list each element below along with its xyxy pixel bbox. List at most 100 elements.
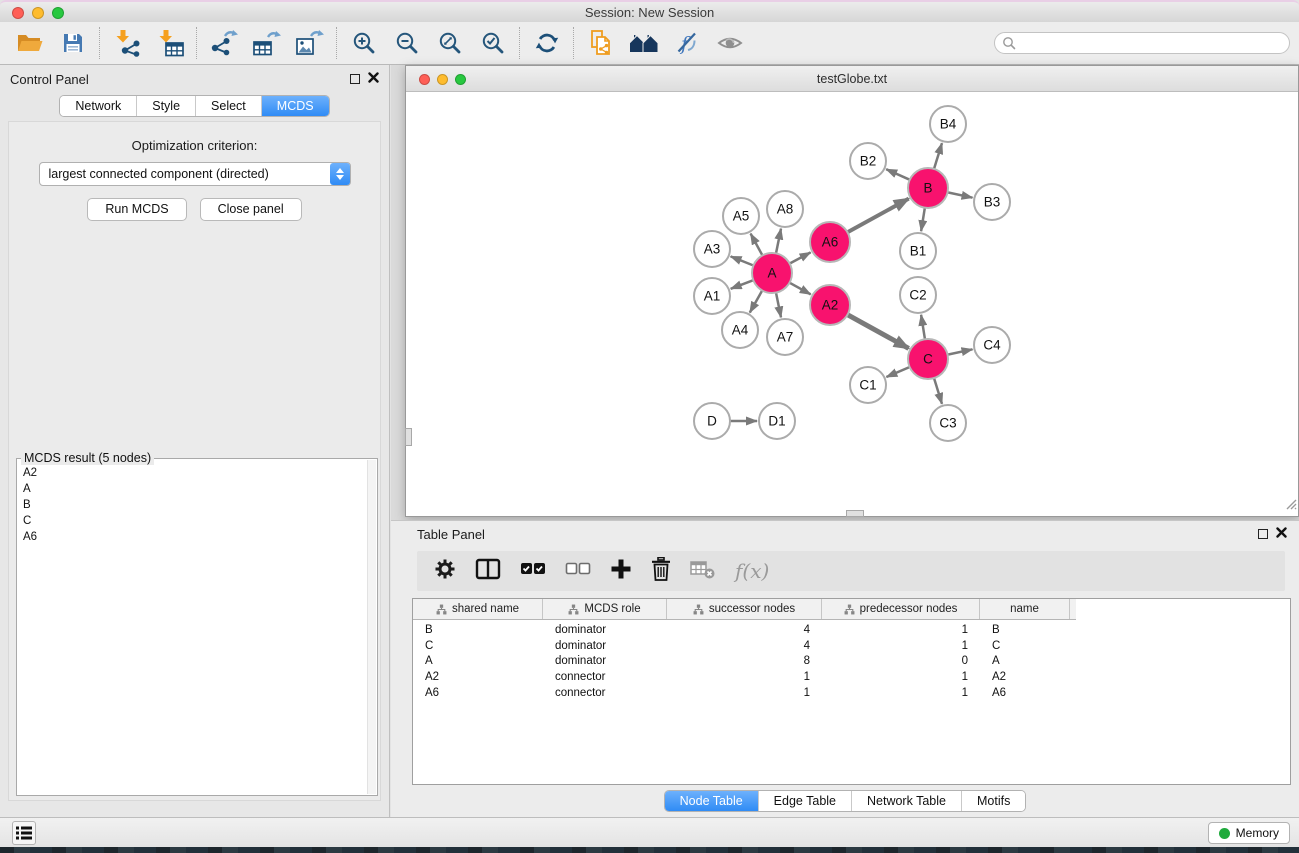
import-network-icon[interactable] — [105, 24, 148, 62]
node-A[interactable]: A — [752, 253, 792, 293]
node-B1[interactable]: B1 — [900, 233, 936, 269]
cell[interactable]: A — [413, 655, 543, 667]
deselect-all-icon[interactable] — [565, 562, 591, 581]
tab-network[interactable]: Network — [60, 96, 136, 116]
node-A8[interactable]: A8 — [767, 191, 803, 227]
export-table-icon[interactable] — [245, 24, 288, 62]
close-table-panel-icon[interactable] — [1276, 525, 1287, 543]
cell[interactable]: A2 — [980, 671, 1070, 683]
cell[interactable]: C — [413, 640, 543, 652]
table-row[interactable]: Bdominator41B — [413, 622, 1290, 638]
node-C3[interactable]: C3 — [930, 405, 966, 441]
edge-A-A4[interactable] — [750, 290, 763, 313]
node-C4[interactable]: C4 — [974, 327, 1010, 363]
edge-C-C4[interactable] — [947, 349, 973, 355]
run-mcds-button[interactable]: Run MCDS — [87, 198, 186, 221]
edge-A-A7[interactable] — [776, 292, 781, 318]
window-bottom-handle[interactable] — [846, 510, 864, 517]
table-settings-icon[interactable] — [434, 558, 456, 585]
column-header-predecessor-nodes[interactable]: predecessor nodes — [822, 599, 980, 619]
delete-icon[interactable] — [651, 557, 671, 586]
zoom-in-icon[interactable] — [342, 24, 385, 62]
tab-node-table[interactable]: Node Table — [665, 791, 758, 811]
cell[interactable]: dominator — [543, 640, 667, 652]
node-C2[interactable]: C2 — [900, 277, 936, 313]
cell[interactable]: connector — [543, 687, 667, 699]
node-A7[interactable]: A7 — [767, 319, 803, 355]
edge-C-C3[interactable] — [934, 377, 942, 404]
edge-A-A5[interactable] — [751, 234, 763, 257]
cell[interactable]: 4 — [667, 624, 822, 636]
cell[interactable]: A — [980, 655, 1070, 667]
node-A3[interactable]: A3 — [694, 231, 730, 267]
column-header-MCDS-role[interactable]: MCDS role — [543, 599, 667, 619]
export-network-icon[interactable] — [202, 24, 245, 62]
select-all-icon[interactable] — [520, 562, 546, 581]
tab-motifs[interactable]: Motifs — [961, 791, 1025, 811]
table-row[interactable]: A6connector11A6 — [413, 685, 1290, 701]
cell[interactable]: B — [413, 624, 543, 636]
add-icon[interactable] — [610, 558, 632, 585]
edge-A6-B[interactable] — [847, 199, 909, 233]
edge-A-A6[interactable] — [789, 252, 811, 264]
node-B4[interactable]: B4 — [930, 106, 966, 142]
node-C1[interactable]: C1 — [850, 367, 886, 403]
table-column-icon[interactable] — [475, 557, 501, 586]
task-history-button[interactable] — [12, 821, 36, 845]
node-B3[interactable]: B3 — [974, 184, 1010, 220]
float-panel-icon[interactable] — [350, 74, 360, 84]
node-A4[interactable]: A4 — [722, 312, 758, 348]
function-builder-icon[interactable]: f — [665, 24, 708, 62]
resize-grip-icon[interactable] — [1283, 496, 1297, 515]
cell[interactable]: A6 — [980, 687, 1070, 699]
float-table-panel-icon[interactable] — [1258, 529, 1268, 539]
edge-C-C1[interactable] — [886, 367, 910, 377]
result-scrollbar[interactable] — [367, 460, 376, 794]
node-B2[interactable]: B2 — [850, 143, 886, 179]
import-table-icon[interactable] — [148, 24, 191, 62]
home-icon[interactable] — [622, 24, 665, 62]
node-A5[interactable]: A5 — [723, 198, 759, 234]
edge-B-B1[interactable] — [921, 207, 925, 231]
show-hide-icon[interactable] — [708, 24, 751, 62]
edge-A-A2[interactable] — [789, 282, 811, 294]
cell[interactable]: 8 — [667, 655, 822, 667]
tab-edge-table[interactable]: Edge Table — [758, 791, 851, 811]
cell[interactable]: 1 — [667, 687, 822, 699]
criterion-dropdown[interactable]: largest connected component (directed) — [39, 162, 351, 186]
node-D1[interactable]: D1 — [759, 403, 795, 439]
cell[interactable]: connector — [543, 671, 667, 683]
memory-button[interactable]: Memory — [1208, 822, 1290, 844]
edge-A-A1[interactable] — [731, 280, 755, 289]
window-left-handle[interactable] — [405, 428, 412, 446]
cell[interactable]: 4 — [667, 640, 822, 652]
zoom-fit-icon[interactable] — [428, 24, 471, 62]
node-A6[interactable]: A6 — [810, 222, 850, 262]
tab-select[interactable]: Select — [195, 96, 261, 116]
cell[interactable]: 1 — [822, 671, 980, 683]
node-C[interactable]: C — [908, 339, 948, 379]
tab-network-table[interactable]: Network Table — [851, 791, 961, 811]
open-session-icon[interactable] — [8, 24, 51, 62]
cell[interactable]: A6 — [413, 687, 543, 699]
edge-C-C2[interactable] — [921, 315, 925, 340]
clone-network-icon[interactable] — [579, 24, 622, 62]
close-panel-icon[interactable] — [368, 70, 379, 88]
tab-mcds[interactable]: MCDS — [261, 96, 329, 116]
node-B[interactable]: B — [908, 168, 948, 208]
node-D[interactable]: D — [694, 403, 730, 439]
search-field[interactable] — [994, 32, 1290, 54]
cell[interactable]: B — [980, 624, 1070, 636]
edge-A-A8[interactable] — [776, 229, 781, 255]
cell[interactable]: dominator — [543, 624, 667, 636]
edge-B-B2[interactable] — [886, 169, 911, 180]
network-window-titlebar[interactable]: testGlobe.txt — [406, 66, 1298, 92]
refresh-icon[interactable] — [525, 24, 568, 62]
cell[interactable]: dominator — [543, 655, 667, 667]
cell[interactable]: 1 — [822, 624, 980, 636]
cell[interactable]: 1 — [822, 687, 980, 699]
tab-style[interactable]: Style — [136, 96, 195, 116]
close-panel-button[interactable]: Close panel — [200, 198, 302, 221]
table-row[interactable]: Adominator80A — [413, 653, 1290, 669]
zoom-selected-icon[interactable] — [471, 24, 514, 62]
